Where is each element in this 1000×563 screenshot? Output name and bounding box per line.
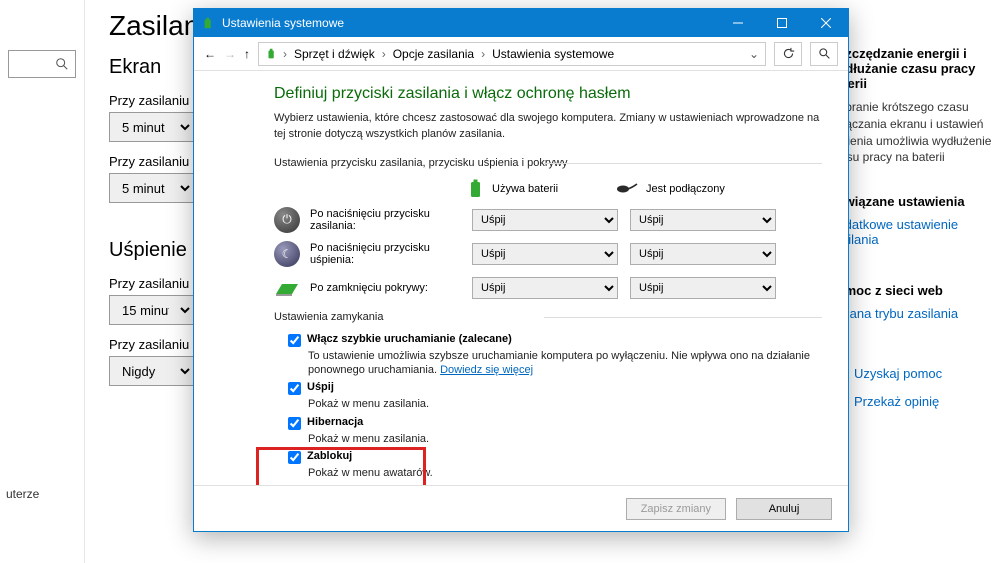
battery-icon [202,16,216,30]
lid-icon [274,275,300,301]
side-help-link[interactable]: Zmiana trybu zasilania [828,306,994,321]
hibernate-desc: Pokaż w menu zasilania. [308,432,822,446]
side-help-heading: Pomoc z sieci web [828,283,994,298]
group-shutdown: Ustawienia zamykania [274,311,822,323]
sleep-ac-select[interactable]: Nigdy [109,356,194,386]
side-energy-heading: Oszczędzanie energii i wydłużanie czasu … [828,46,994,91]
row-power-label: Po naciśnięciu przycisku zasilania: [310,208,472,232]
battery-icon [468,179,484,199]
lock-desc: Pokaż w menu awatarów. [308,466,822,480]
screen-batt-select[interactable]: 5 minut [109,112,194,142]
row-sleep-label: Po naciśnięciu przycisku uśpienia: [310,242,472,266]
dialog-title: Ustawienia systemowe [222,16,344,30]
truncated-text: uterze [6,487,39,501]
sleep-batt-select[interactable]: 15 minut [109,295,194,325]
side-related-heading: Powiązane ustawienia [828,194,994,209]
chevron-down-icon[interactable]: ⌄ [749,47,759,61]
chevron-right-icon: › [481,47,485,61]
maximize-button[interactable] [760,9,804,37]
fast-startup-desc: To ustawienie umożliwia szybsze uruchami… [308,349,822,378]
save-button[interactable]: Zapisz zmiany [626,498,726,520]
sleep-menu-label: Uśpij [307,381,334,393]
search-icon [818,47,831,60]
chevron-right-icon: › [283,47,287,61]
close-button[interactable] [804,9,848,37]
nav-forward-button[interactable]: → [224,47,236,61]
content-description: Wybierz ustawienia, które chcesz zastoso… [274,111,822,143]
search-icon [55,57,69,71]
settings-nav-rail [0,0,85,563]
lid-battery-select[interactable]: Uśpij [472,277,618,299]
power-ac-select[interactable]: Uśpij [630,209,776,231]
dialog-title-bar[interactable]: Ustawienia systemowe [194,9,848,37]
feedback-link[interactable]: Przekaż opinię [828,393,994,409]
fast-startup-label: Włącz szybkie uruchamianie (zalecane) [307,333,512,345]
screen-ac-select[interactable]: 5 minut [109,173,194,203]
sleep-menu-desc: Pokaż w menu zasilania. [308,397,822,411]
sleep-button-icon: ☾ [274,241,300,267]
side-energy-text: Wybranie krótszego czasu wyłączania ekra… [828,99,994,166]
search-button[interactable] [810,42,838,66]
chevron-right-icon: › [382,47,386,61]
get-help-link[interactable]: Uzyskaj pomoc [828,365,994,381]
hibernate-label: Hibernacja [307,416,363,428]
col-plugged-label: Jest podłączony [646,183,725,195]
col-battery-label: Używa baterii [492,183,558,195]
nav-up-button[interactable]: ↑ [244,47,250,61]
crumb-system-settings[interactable]: Ustawienia systemowe [489,47,617,61]
lid-ac-select[interactable]: Uśpij [630,277,776,299]
lock-checkbox[interactable] [288,451,301,464]
refresh-button[interactable] [774,42,802,66]
sleep-battery-select[interactable]: Uśpij [472,243,618,265]
group-buttons-lid: Ustawienia przycisku zasilania, przycisk… [274,157,822,169]
minimize-button[interactable] [716,9,760,37]
lock-label: Zablokuj [307,450,352,462]
cancel-button[interactable]: Anuluj [736,498,832,520]
crumb-hardware[interactable]: Sprzęt i dźwięk [291,47,378,61]
power-battery-select[interactable]: Uśpij [472,209,618,231]
system-settings-dialog: Ustawienia systemowe ← → ↑ › Sprzęt i dź… [193,8,849,532]
row-lid-label: Po zamknięciu pokrywy: [310,282,472,294]
side-related-link[interactable]: Dodatkowe ustawienie zasilania [828,217,994,247]
sleep-ac-select[interactable]: Uśpij [630,243,776,265]
nav-search-box[interactable] [8,50,76,78]
content-heading: Definiuj przyciski zasilania i włącz och… [274,85,822,103]
sleep-menu-checkbox[interactable] [288,382,301,395]
power-button-icon: ⏻ [274,207,300,233]
refresh-icon [782,47,795,60]
nav-back-button[interactable]: ← [204,47,216,61]
breadcrumb[interactable]: › Sprzęt i dźwięk › Opcje zasilania › Us… [258,42,766,66]
plug-icon [616,182,638,196]
battery-icon [265,47,279,61]
hibernate-checkbox[interactable] [288,417,301,430]
learn-more-link[interactable]: Dowiedz się więcej [440,364,533,376]
fast-startup-checkbox[interactable] [288,334,301,347]
crumb-power-opts[interactable]: Opcje zasilania [390,47,477,61]
